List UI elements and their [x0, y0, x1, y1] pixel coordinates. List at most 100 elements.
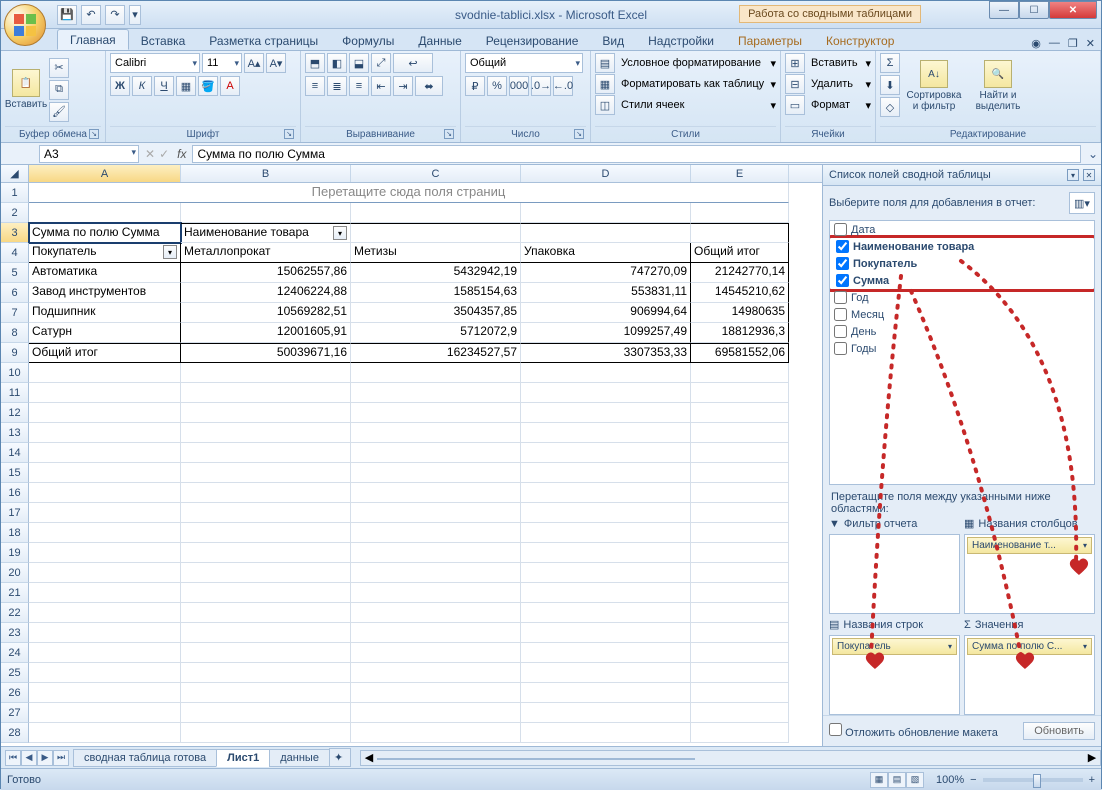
- align-top[interactable]: ⬒: [305, 53, 325, 73]
- clipboard-launcher[interactable]: ↘: [89, 129, 99, 139]
- doc-minimize[interactable]: —: [1049, 37, 1060, 50]
- cell-C6[interactable]: 1585154,63: [351, 283, 521, 303]
- cell-B6[interactable]: 12406224,88: [181, 283, 351, 303]
- field-Месяц[interactable]: Месяц: [830, 306, 1094, 323]
- vals-pill[interactable]: Сумма по полю С...: [967, 638, 1092, 655]
- cell-B22[interactable]: [181, 603, 351, 623]
- insert-cells-button[interactable]: ⊞Вставить▾: [785, 53, 871, 73]
- cell-E27[interactable]: [691, 703, 789, 723]
- row-header[interactable]: 8: [1, 323, 29, 343]
- clear-button[interactable]: ◇: [880, 97, 900, 117]
- row-header[interactable]: 11: [1, 383, 29, 403]
- area-cols-box[interactable]: Наименование т...: [964, 534, 1095, 614]
- rows-pill[interactable]: Покупатель: [832, 638, 957, 655]
- merge-center[interactable]: ⬌: [415, 76, 443, 96]
- cell-A17[interactable]: [29, 503, 181, 523]
- font-size-combo[interactable]: 11: [202, 53, 242, 73]
- row-header[interactable]: 6: [1, 283, 29, 303]
- cell-E18[interactable]: [691, 523, 789, 543]
- align-left[interactable]: ≡: [305, 76, 325, 96]
- cell-C22[interactable]: [351, 603, 521, 623]
- number-launcher[interactable]: ↘: [574, 129, 584, 139]
- cell-A28[interactable]: [29, 723, 181, 743]
- ribbon-tab-formulas[interactable]: Формулы: [330, 31, 406, 50]
- cell-D23[interactable]: [521, 623, 691, 643]
- zoom-level[interactable]: 100%: [936, 774, 964, 786]
- field-checkbox[interactable]: [834, 342, 847, 355]
- copy-button[interactable]: ⧉: [49, 80, 69, 100]
- row-header[interactable]: 27: [1, 703, 29, 723]
- cell-D9[interactable]: 3307353,33: [521, 343, 691, 363]
- formula-expand[interactable]: ⌄: [1085, 147, 1101, 161]
- update-button[interactable]: Обновить: [1023, 722, 1095, 740]
- cell-D16[interactable]: [521, 483, 691, 503]
- col-header-B[interactable]: B: [181, 165, 351, 182]
- align-middle[interactable]: ◧: [327, 53, 347, 73]
- cell-D17[interactable]: [521, 503, 691, 523]
- grow-font[interactable]: A▴: [244, 53, 264, 73]
- ribbon-tab-design[interactable]: Конструктор: [814, 31, 906, 50]
- ribbon-tab-pagelayout[interactable]: Разметка страницы: [197, 31, 330, 50]
- col-header-E[interactable]: E: [691, 165, 789, 182]
- cell-D28[interactable]: [521, 723, 691, 743]
- cell-C21[interactable]: [351, 583, 521, 603]
- worksheet-grid[interactable]: ◢ A B C D E 1Перетащите сюда поля страни…: [1, 165, 822, 746]
- cell-A23[interactable]: [29, 623, 181, 643]
- wrap-text[interactable]: ↩: [393, 53, 433, 73]
- cell-C24[interactable]: [351, 643, 521, 663]
- cell-C18[interactable]: [351, 523, 521, 543]
- cell-B16[interactable]: [181, 483, 351, 503]
- cell-A16[interactable]: [29, 483, 181, 503]
- cell-B17[interactable]: [181, 503, 351, 523]
- cell-B27[interactable]: [181, 703, 351, 723]
- cell-C4[interactable]: Метизы: [351, 243, 521, 263]
- cell-C3[interactable]: [351, 223, 521, 243]
- cell-B21[interactable]: [181, 583, 351, 603]
- find-select-button[interactable]: 🔍Найти и выделить: [968, 53, 1028, 119]
- bold-button[interactable]: Ж: [110, 76, 130, 96]
- cell-E19[interactable]: [691, 543, 789, 563]
- border-button[interactable]: ▦: [176, 76, 196, 96]
- cell-D25[interactable]: [521, 663, 691, 683]
- cell-B12[interactable]: [181, 403, 351, 423]
- new-sheet-tab[interactable]: ✦: [329, 748, 351, 767]
- cell-A24[interactable]: [29, 643, 181, 663]
- cell-A13[interactable]: [29, 423, 181, 443]
- cell-D8[interactable]: 1099257,49: [521, 323, 691, 343]
- cell-A19[interactable]: [29, 543, 181, 563]
- cell-D22[interactable]: [521, 603, 691, 623]
- ribbon-tab-insert[interactable]: Вставка: [129, 31, 198, 50]
- cell-D14[interactable]: [521, 443, 691, 463]
- row-header[interactable]: 7: [1, 303, 29, 323]
- field-checkbox[interactable]: [834, 223, 847, 236]
- row-header[interactable]: 1: [1, 183, 29, 203]
- cell-D26[interactable]: [521, 683, 691, 703]
- cell-E2[interactable]: [691, 203, 789, 223]
- cols-pill[interactable]: Наименование т...: [967, 537, 1092, 554]
- tab-nav-last[interactable]: ⏭: [53, 750, 69, 766]
- cell-C9[interactable]: 16234527,57: [351, 343, 521, 363]
- ribbon-tab-review[interactable]: Рецензирование: [474, 31, 591, 50]
- cell-C11[interactable]: [351, 383, 521, 403]
- fill-button[interactable]: ⬇: [880, 75, 900, 95]
- italic-button[interactable]: К: [132, 76, 152, 96]
- row-header[interactable]: 18: [1, 523, 29, 543]
- cell-D2[interactable]: [521, 203, 691, 223]
- cell-styles-button[interactable]: ◫Стили ячеек▾: [595, 95, 776, 115]
- cell-A27[interactable]: [29, 703, 181, 723]
- col-header-C[interactable]: C: [351, 165, 521, 182]
- number-format-combo[interactable]: Общий: [465, 53, 583, 73]
- row-header[interactable]: 23: [1, 623, 29, 643]
- formula-input[interactable]: Сумма по полю Сумма: [192, 145, 1081, 163]
- comma-button[interactable]: 000: [509, 76, 529, 96]
- ribbon-tab-data[interactable]: Данные: [406, 31, 473, 50]
- cell-C7[interactable]: 3504357,85: [351, 303, 521, 323]
- cell-E7[interactable]: 14980635: [691, 303, 789, 323]
- zoom-slider[interactable]: [983, 778, 1083, 782]
- cell-D7[interactable]: 906994,64: [521, 303, 691, 323]
- row-header[interactable]: 3: [1, 223, 29, 243]
- cell-A10[interactable]: [29, 363, 181, 383]
- cell-E22[interactable]: [691, 603, 789, 623]
- row-header[interactable]: 9: [1, 343, 29, 363]
- cell-A26[interactable]: [29, 683, 181, 703]
